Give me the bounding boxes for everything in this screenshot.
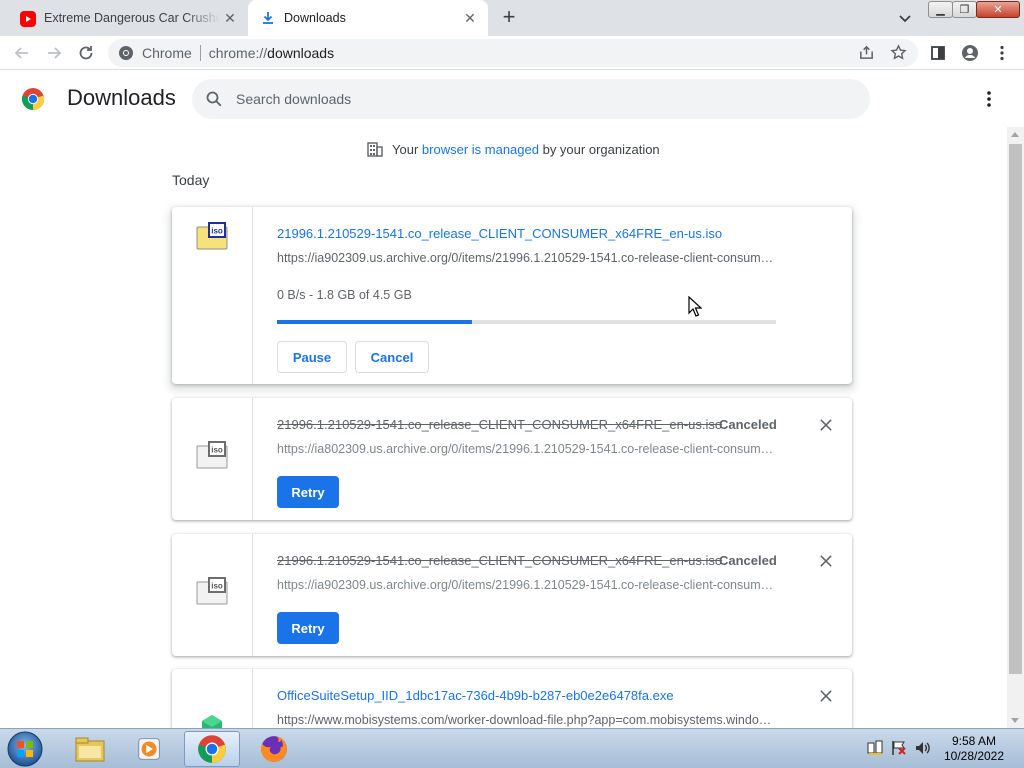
source-url[interactable]: https://ia902309.us.archive.org/0/items/… [277, 578, 775, 592]
volume-icon[interactable] [914, 739, 932, 757]
remove-item-close-icon[interactable] [817, 552, 835, 570]
file-name-link[interactable]: 21996.1.210529-1541.co_release_CLIENT_CO… [277, 226, 722, 241]
side-panel-icon[interactable] [926, 41, 950, 65]
tab-strip: Extreme Dangerous Car Crusher Machine ✕ … [0, 0, 1024, 36]
scroll-up-arrow-icon[interactable] [1011, 132, 1019, 137]
tab-search-chevron-icon[interactable] [895, 8, 915, 28]
svg-text:iso: iso [211, 446, 223, 455]
site-chip: Chrome [142, 45, 192, 61]
cancel-button[interactable]: Cancel [355, 341, 429, 373]
back-button[interactable] [10, 41, 34, 65]
scroll-down-arrow-icon[interactable] [1011, 718, 1019, 723]
managed-notice: Your browser is managed by your organiza… [366, 140, 660, 158]
file-name: 21996.1.210529-1541.co_release_CLIENT_CO… [277, 417, 723, 432]
progress-fill [277, 320, 472, 324]
iso-file-icon: iso [196, 577, 228, 605]
tab-title: Extreme Dangerous Car Crusher Machine [44, 11, 220, 25]
download-item: iso 21996.1.210529-1541.co_release_CLIEN… [172, 207, 852, 384]
downloads-header: Downloads [0, 71, 1024, 127]
building-icon [367, 142, 383, 157]
progress-status: 0 B/s - 1.8 GB of 4.5 GB [277, 288, 412, 302]
browser-menu-icon[interactable] [990, 41, 1014, 65]
folder-icon [75, 737, 105, 762]
share-icon[interactable] [855, 41, 877, 63]
url-scheme: chrome:// [208, 45, 268, 61]
page-title: Downloads [67, 85, 176, 110]
taskbar-firefox[interactable] [246, 731, 302, 767]
search-input[interactable] [236, 91, 836, 107]
download-item: iso 21996.1.210529-1541.co_release_CLIEN… [172, 398, 852, 520]
bookmark-star-icon[interactable] [887, 41, 909, 63]
close-tab-icon[interactable]: ✕ [460, 8, 480, 28]
mouse-cursor-icon [688, 296, 702, 317]
item-divider [252, 398, 253, 520]
profile-avatar-icon[interactable] [958, 41, 982, 65]
source-url[interactable]: https://www.mobisystems.com/worker-downl… [277, 713, 775, 727]
item-divider [252, 207, 253, 384]
status-badge: Canceled [719, 417, 777, 432]
downloads-menu-icon[interactable] [979, 89, 999, 109]
restore-button[interactable]: ❐ [952, 1, 977, 18]
progress-bar [277, 320, 776, 324]
reload-icon [79, 46, 93, 60]
tab-title: Downloads [284, 11, 346, 25]
address-bar[interactable]: Chrome chrome://downloads [108, 39, 918, 67]
pause-button[interactable]: Pause [277, 341, 347, 373]
source-url[interactable]: https://ia802309.us.archive.org/0/items/… [277, 442, 775, 456]
new-tab-button[interactable]: + [498, 6, 520, 29]
file-name: 21996.1.210529-1541.co_release_CLIENT_CO… [277, 553, 723, 568]
url-path: downloads [267, 45, 335, 61]
scrollbar-thumb[interactable] [1009, 144, 1022, 674]
svg-text:iso: iso [211, 227, 223, 236]
iso-file-icon: iso [196, 222, 228, 250]
browser-managed-link[interactable]: browser is managed [422, 142, 539, 157]
forward-button[interactable] [42, 41, 66, 65]
item-divider [252, 534, 253, 656]
download-item: iso 21996.1.210529-1541.co_release_CLIEN… [172, 534, 852, 656]
firefox-icon [261, 736, 287, 762]
clock-date: 10/28/2022 [943, 749, 1005, 763]
network-tray-icon[interactable] [866, 739, 884, 757]
svg-text:iso: iso [211, 582, 223, 591]
action-center-flag-icon[interactable] [890, 739, 908, 757]
remove-item-close-icon[interactable] [817, 416, 835, 434]
start-button-windows-icon[interactable] [4, 730, 46, 768]
tab-downloads[interactable]: Downloads ✕ [248, 0, 488, 36]
search-icon [206, 91, 222, 107]
close-window-button[interactable]: ✕ [976, 1, 1020, 18]
forward-arrow-icon [48, 47, 62, 59]
managed-suffix: by your organization [542, 141, 660, 157]
browser-toolbar: Chrome chrome://downloads [0, 36, 1024, 70]
chrome-site-icon [119, 46, 133, 60]
retry-button[interactable]: Retry [277, 612, 339, 644]
taskbar-media-player[interactable] [122, 731, 178, 767]
download-icon [260, 10, 276, 26]
remove-item-close-icon[interactable] [817, 687, 835, 705]
taskbar-file-explorer[interactable] [62, 731, 118, 767]
chrome-icon [198, 735, 226, 763]
close-tab-icon[interactable]: ✕ [220, 8, 240, 28]
retry-button[interactable]: Retry [277, 476, 339, 508]
file-name-link[interactable]: OfficeSuiteSetup_IID_1dbc17ac-736d-4b9b-… [277, 688, 674, 703]
page-scrollbar[interactable] [1007, 127, 1024, 728]
system-clock[interactable]: 9:58 AM 10/28/2022 [940, 734, 1008, 764]
youtube-icon [20, 11, 36, 27]
back-arrow-icon [14, 47, 28, 59]
windows-taskbar: 9:58 AM 10/28/2022 [0, 728, 1024, 768]
reload-button[interactable] [74, 41, 98, 65]
chip-separator [199, 45, 201, 61]
managed-prefix: Your [392, 141, 419, 157]
search-downloads-bar[interactable] [192, 79, 870, 119]
chrome-logo-icon [21, 88, 45, 111]
iso-file-icon: iso [196, 441, 228, 469]
date-section-heading: Today [172, 172, 210, 188]
taskbar-chrome[interactable] [184, 731, 240, 767]
status-badge: Canceled [719, 553, 777, 568]
source-url[interactable]: https://ia902309.us.archive.org/0/items/… [277, 251, 775, 265]
media-player-icon [138, 738, 160, 760]
tab-youtube[interactable]: Extreme Dangerous Car Crusher Machine ✕ [8, 0, 248, 36]
minimize-button[interactable]: ▁ [928, 1, 953, 18]
clock-time: 9:58 AM [951, 734, 997, 748]
